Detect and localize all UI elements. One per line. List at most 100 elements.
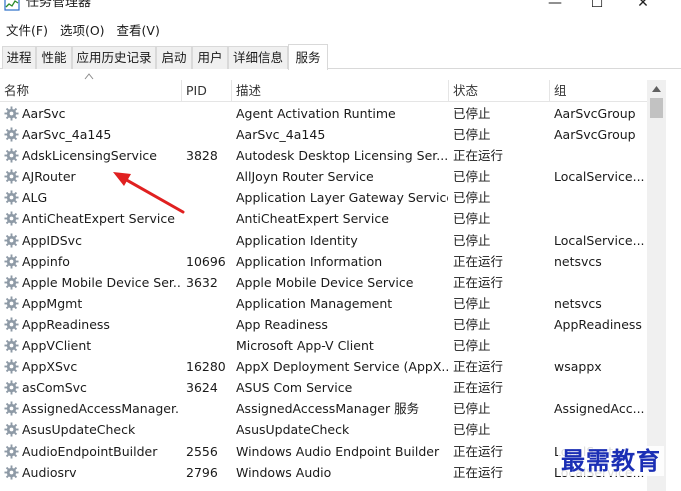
service-description: Windows Audio Endpoint Builder bbox=[236, 443, 440, 459]
menu-view[interactable]: 查看(V) bbox=[111, 20, 166, 42]
service-group: AppReadiness bbox=[554, 316, 642, 332]
tab-users[interactable]: 用户 bbox=[192, 46, 228, 69]
service-name: Audiosrv bbox=[22, 464, 77, 480]
service-description: Application Layer Gateway Service bbox=[236, 190, 448, 206]
service-name: AppVClient bbox=[22, 338, 92, 354]
vertical-scrollbar[interactable] bbox=[647, 80, 666, 491]
service-status: 正在运行 bbox=[453, 464, 504, 480]
service-description: Apple Mobile Device Service bbox=[236, 274, 414, 290]
table-row[interactable]: AppReadiness App Readiness 已停止 AppReadin… bbox=[0, 314, 647, 335]
service-description: Agent Activation Runtime bbox=[236, 106, 396, 121]
service-name: AppReadiness bbox=[22, 316, 110, 332]
header-status[interactable]: 状态 bbox=[449, 80, 550, 102]
tab-processes[interactable]: 进程 bbox=[2, 46, 36, 69]
service-group: wsappx bbox=[554, 359, 602, 375]
tab-details[interactable]: 详细信息 bbox=[228, 46, 288, 69]
service-status: 已停止 bbox=[453, 422, 491, 438]
sort-ascending-icon bbox=[84, 73, 94, 80]
service-name: AppIDSvc bbox=[22, 232, 82, 248]
table-row[interactable]: AudioEndpointBuilder 2556 Windows Audio … bbox=[0, 441, 647, 462]
table-row[interactable]: AppVClient Microsoft App-V Client 已停止 bbox=[0, 335, 647, 356]
header-name[interactable]: 名称 bbox=[0, 80, 182, 102]
service-status: 已停止 bbox=[453, 106, 491, 121]
task-manager-icon bbox=[4, 0, 20, 11]
scroll-up-button[interactable] bbox=[647, 80, 666, 97]
table-row[interactable]: AppXSvc 16280 AppX Deployment Service (A… bbox=[0, 356, 647, 377]
service-name: AntiCheatExpert Service bbox=[22, 211, 175, 227]
service-description: AssignedAccessManager 服务 bbox=[236, 401, 420, 417]
service-name: Appinfo bbox=[22, 253, 70, 269]
service-status: 正在运行 bbox=[453, 253, 504, 269]
service-group: AarSvcGroup bbox=[554, 127, 636, 143]
table-row[interactable]: AarSvc Agent Activation Runtime 已停止 AarS… bbox=[0, 103, 647, 124]
service-description: Autodesk Desktop Licensing Ser... bbox=[236, 148, 448, 164]
service-status: 已停止 bbox=[453, 190, 491, 206]
tab-performance[interactable]: 性能 bbox=[36, 46, 72, 69]
service-pid bbox=[182, 230, 230, 251]
service-name: Apple Mobile Device Ser... bbox=[22, 274, 180, 290]
header-pid[interactable]: PID bbox=[182, 80, 232, 102]
service-description: AppX Deployment Service (AppX... bbox=[236, 359, 448, 375]
service-group bbox=[550, 335, 647, 356]
service-name: AppMgmt bbox=[22, 295, 83, 311]
table-row[interactable]: AppMgmt Application Management 已停止 netsv… bbox=[0, 293, 647, 314]
tab-startup[interactable]: 启动 bbox=[156, 46, 192, 69]
menu-file[interactable]: 文件(F) bbox=[0, 20, 54, 42]
table-row[interactable]: Appinfo 10696 Application Information 正在… bbox=[0, 251, 647, 272]
service-name: AarSvc bbox=[22, 106, 66, 121]
header-group[interactable]: 组 bbox=[550, 80, 647, 102]
service-pid bbox=[182, 314, 230, 335]
service-pid: 3624 bbox=[186, 380, 218, 396]
service-description: Application Management bbox=[236, 295, 393, 311]
watermark-logo: 最需教育 bbox=[558, 446, 664, 476]
service-status: 已停止 bbox=[453, 295, 491, 311]
service-status: 已停止 bbox=[453, 127, 491, 143]
chevron-up-icon bbox=[652, 85, 661, 92]
table-row[interactable]: asComSvc 3624 ASUS Com Service 正在运行 bbox=[0, 377, 647, 398]
service-description: Application Information bbox=[236, 253, 383, 269]
service-pid: 10696 bbox=[186, 253, 226, 269]
service-status: 已停止 bbox=[453, 232, 491, 248]
table-row[interactable]: AppIDSvc Application Identity 已停止 LocalS… bbox=[0, 230, 647, 251]
service-description: Windows Audio bbox=[236, 464, 332, 480]
menu-options[interactable]: 选项(O) bbox=[54, 20, 111, 42]
service-pid bbox=[182, 335, 230, 356]
table-row[interactable]: AssignedAccessManager... AssignedAccessM… bbox=[0, 398, 647, 419]
minimize-button[interactable]: — bbox=[532, 0, 578, 12]
service-status: 已停止 bbox=[453, 316, 491, 332]
service-status: 已停止 bbox=[453, 338, 491, 354]
table-row[interactable]: Audiosrv 2796 Windows Audio 正在运行 LocalSe… bbox=[0, 462, 647, 483]
service-pid: 16280 bbox=[186, 359, 226, 375]
service-group: AarSvcGroup bbox=[554, 106, 636, 121]
table-row[interactable]: AdskLicensingService 3828 Autodesk Deskt… bbox=[0, 145, 647, 166]
close-button[interactable]: ✕ bbox=[620, 0, 666, 12]
header-description[interactable]: 描述 bbox=[232, 80, 449, 102]
service-description: Application Identity bbox=[236, 232, 358, 248]
service-pid bbox=[182, 293, 230, 314]
table-row[interactable]: ALG Application Layer Gateway Service 已停… bbox=[0, 187, 647, 208]
maximize-button[interactable]: ☐ bbox=[574, 0, 620, 12]
service-status: 已停止 bbox=[453, 401, 491, 417]
table-row[interactable]: AsusUpdateCheck AsusUpdateCheck 已停止 bbox=[0, 419, 647, 440]
table-row[interactable]: AarSvc_4a145 AarSvc_4a145 已停止 AarSvcGrou… bbox=[0, 124, 647, 145]
table-row[interactable]: AJRouter AllJoyn Router Service 已停止 Loca… bbox=[0, 166, 647, 187]
table-row[interactable]: AntiCheatExpert Service AntiCheatExpert … bbox=[0, 208, 647, 229]
service-description: AllJoyn Router Service bbox=[236, 169, 374, 185]
service-description: AsusUpdateCheck bbox=[236, 422, 350, 438]
service-pid bbox=[182, 208, 230, 229]
scroll-thumb[interactable] bbox=[650, 98, 663, 118]
tab-services[interactable]: 服务 bbox=[288, 44, 328, 70]
tab-app-history[interactable]: 应用历史记录 bbox=[72, 46, 156, 69]
service-status: 正在运行 bbox=[453, 380, 504, 396]
service-pid bbox=[182, 103, 230, 124]
service-status: 正在运行 bbox=[453, 274, 504, 290]
service-description: Microsoft App-V Client bbox=[236, 338, 374, 354]
service-status: 正在运行 bbox=[453, 148, 504, 164]
service-pid bbox=[182, 398, 230, 419]
service-group: netsvcs bbox=[554, 253, 602, 269]
service-pid bbox=[182, 419, 230, 440]
service-pid: 2796 bbox=[186, 464, 218, 480]
table-row[interactable]: Apple Mobile Device Ser... 3632 Apple Mo… bbox=[0, 272, 647, 293]
service-description: AntiCheatExpert Service bbox=[236, 211, 389, 227]
service-pid bbox=[182, 124, 230, 145]
